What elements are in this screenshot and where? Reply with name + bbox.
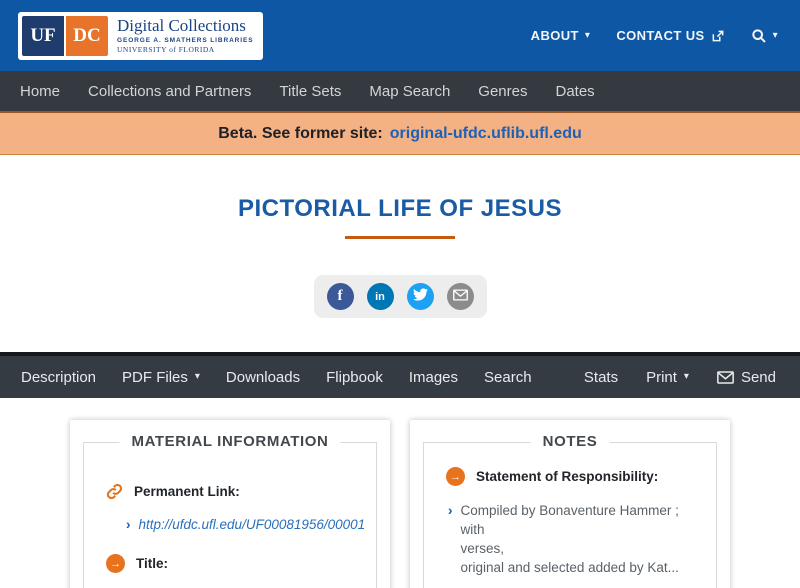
contact-us-link[interactable]: CONTACT US — [616, 28, 724, 43]
facebook-share-button[interactable]: f — [326, 283, 354, 310]
statement-label: Statement of Responsibility: — [476, 469, 659, 484]
toolbar-flipbook[interactable]: Flipbook — [313, 369, 396, 386]
logo-university: UNIVERSITY of FLORIDA — [117, 45, 215, 54]
about-menu[interactable]: ABOUT ▾ — [531, 28, 591, 43]
twitter-share-button[interactable] — [406, 283, 434, 310]
toolbar-stats[interactable]: Stats — [570, 369, 632, 386]
toolbar-images-label: Images — [408, 368, 459, 386]
envelope-icon — [717, 370, 734, 384]
beta-banner: Beta. See former site: original-ufdc.ufl… — [0, 111, 800, 155]
nav-item-genres[interactable]: Genres — [464, 83, 541, 100]
notes-heading: NOTES — [530, 433, 610, 450]
caret-down-icon: ▾ — [772, 29, 778, 41]
ufdc-logo[interactable]: UF DC Digital Collections GEORGE A. SMAT… — [18, 11, 264, 60]
caret-down-icon: ▾ — [683, 371, 689, 382]
notes-panel: NOTES → Statement of Responsibility: › C… — [423, 433, 717, 588]
material-information-card: MATERIAL INFORMATION Permanent Link: › h… — [70, 420, 390, 588]
toolbar-send-label: Send — [740, 368, 776, 386]
material-information-heading: MATERIAL INFORMATION — [119, 433, 341, 450]
search-icon — [751, 28, 767, 44]
twitter-bird-icon — [412, 287, 428, 307]
site-header: UF DC Digital Collections GEORGE A. SMAT… — [0, 0, 800, 71]
notes-card: NOTES → Statement of Responsibility: › C… — [410, 420, 730, 588]
about-label: ABOUT — [530, 28, 579, 43]
toolbar-search[interactable]: Search — [471, 369, 545, 386]
toolbar-right-group: Stats Print ▾ Send — [570, 369, 776, 386]
beta-banner-text: Beta. See former site: — [218, 124, 383, 142]
search-menu[interactable]: ▾ — [751, 28, 778, 44]
logo-org: GEORGE A. SMATHERS LIBRARIES — [117, 37, 254, 44]
toolbar-search-label: Search — [484, 368, 532, 386]
email-share-button[interactable] — [446, 283, 474, 310]
statement-value-row: › Compiled by Bonaventure Hammer ; with … — [448, 501, 702, 577]
nav-item-title-sets[interactable]: Title Sets — [265, 83, 355, 100]
main-nav: Home Collections and Partners Title Sets… — [0, 71, 800, 111]
social-pill: f in — [313, 275, 487, 318]
permanent-link-row: Permanent Link: — [106, 483, 362, 500]
logo-text: Digital Collections GEORGE A. SMATHERS L… — [117, 16, 259, 56]
toolbar-send[interactable]: Send — [703, 369, 776, 386]
permanent-link-label: Permanent Link: — [134, 484, 240, 499]
dc-logo-tile: DC — [66, 15, 108, 56]
toolbar-images[interactable]: Images — [396, 369, 471, 386]
toolbar-pdf-files[interactable]: PDF Files ▾ — [109, 369, 213, 386]
toolbar-stats-label: Stats — [583, 368, 619, 386]
title-label: Title: — [136, 556, 169, 571]
nav-item-dates[interactable]: Dates — [541, 83, 608, 100]
caret-down-icon: ▾ — [194, 371, 200, 382]
statement-line-2: verses, — [460, 541, 505, 556]
material-information-panel: MATERIAL INFORMATION Permanent Link: › h… — [83, 433, 377, 588]
toolbar-downloads-label: Downloads — [225, 368, 301, 386]
link-icon — [106, 483, 123, 500]
header-nav: ABOUT ▾ CONTACT US ▾ — [531, 28, 778, 44]
title-underline — [345, 236, 455, 239]
statement-text: Compiled by Bonaventure Hammer ; with ve… — [461, 501, 703, 577]
statement-line-3: original and selected added by Kat... — [460, 560, 679, 575]
page-title: PICTORIAL LIFE OF JESUS — [238, 195, 562, 222]
item-toolbar: Description PDF Files ▾ Downloads Flipbo… — [0, 352, 800, 398]
statement-row: → Statement of Responsibility: — [446, 467, 702, 486]
toolbar-print[interactable]: Print ▾ — [632, 369, 703, 386]
envelope-icon — [452, 288, 468, 306]
permanent-link-value-row: › http://ufdc.ufl.edu/UF00081956/00001 — [126, 515, 365, 534]
toolbar-description-label: Description — [21, 368, 97, 386]
chevron-right-icon: › — [126, 517, 131, 532]
toolbar-flipbook-label: Flipbook — [326, 368, 383, 386]
social-share-bar: f in — [0, 275, 800, 318]
arrow-circle-icon: → — [106, 554, 125, 573]
external-link-icon — [711, 29, 725, 43]
nav-item-collections-and-partners[interactable]: Collections and Partners — [74, 83, 265, 100]
nav-item-map-search[interactable]: Map Search — [355, 83, 464, 100]
contact-us-label: CONTACT US — [616, 28, 705, 43]
toolbar-pdf-files-label: PDF Files — [122, 368, 188, 386]
logo-name: Digital Collections — [117, 16, 246, 35]
linkedin-share-button[interactable]: in — [366, 283, 394, 310]
toolbar-description[interactable]: Description — [8, 369, 109, 386]
caret-down-icon: ▾ — [584, 29, 591, 41]
content-area: MATERIAL INFORMATION Permanent Link: › h… — [0, 420, 800, 588]
chevron-right-icon: › — [448, 503, 453, 518]
title-section: PICTORIAL LIFE OF JESUS — [0, 155, 800, 239]
former-site-link[interactable]: original-ufdc.uflib.ufl.edu — [390, 125, 582, 143]
arrow-circle-icon: → — [446, 467, 465, 486]
title-row: → Title: — [106, 554, 362, 573]
toolbar-print-label: Print — [646, 368, 677, 386]
statement-line-1: Compiled by Bonaventure Hammer ; with — [460, 503, 679, 537]
toolbar-downloads[interactable]: Downloads — [213, 369, 313, 386]
uf-logo-tile: UF — [22, 15, 64, 56]
nav-item-home[interactable]: Home — [6, 83, 74, 100]
permanent-link-url[interactable]: http://ufdc.ufl.edu/UF00081956/00001 — [139, 515, 366, 534]
